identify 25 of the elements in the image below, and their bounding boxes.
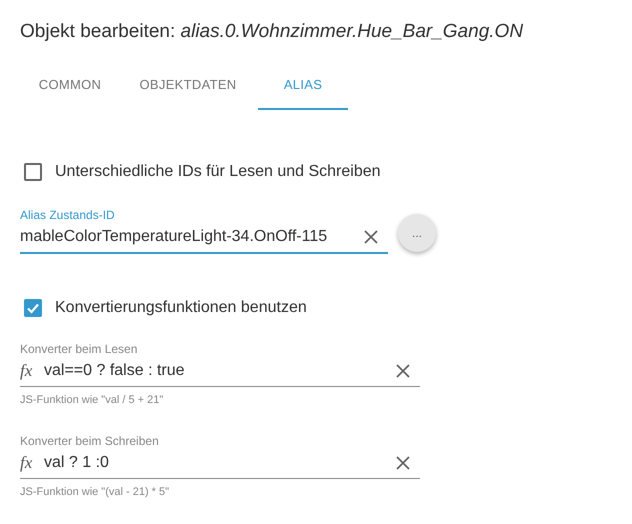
clear-icon[interactable] bbox=[396, 364, 410, 378]
converter-field[interactable]: fx val ? 1 :0 bbox=[20, 448, 420, 479]
field-label: Konverter beim Schreiben bbox=[20, 434, 160, 448]
function-prefix: fx bbox=[20, 453, 34, 473]
field-label: Alias Zustands-ID bbox=[20, 208, 116, 222]
field-value: val ? 1 :0 bbox=[44, 454, 110, 472]
more-button[interactable]: ... bbox=[398, 214, 436, 252]
checkbox-label: Unterschiedliche IDs für Lesen und Schreiben bbox=[55, 163, 381, 181]
converter-field[interactable]: fx val==0 ? false : true bbox=[20, 356, 420, 387]
field-value: mableColorTemperatureLight-34.OnOff-115 bbox=[20, 228, 328, 246]
checkbox[interactable] bbox=[24, 163, 42, 181]
checkbox-label: Konvertierungsfunktionen benutzen bbox=[55, 299, 307, 317]
tab[interactable]: OBJEKTDATEN bbox=[120, 61, 256, 110]
helper-text: JS-Funktion wie "(val - 21) * 5" bbox=[20, 486, 170, 498]
clear-icon[interactable] bbox=[396, 456, 410, 470]
clear-icon[interactable] bbox=[364, 230, 378, 244]
field-value: val==0 ? false : true bbox=[44, 362, 186, 380]
checkbox[interactable] bbox=[24, 299, 42, 317]
alias-id-field[interactable]: Alias Zustands-ID mableColorTemperatureLight-34.OnOff-115 bbox=[20, 208, 388, 254]
tab[interactable]: COMMON bbox=[20, 61, 120, 110]
helper-text: JS-Funktion wie "val / 5 + 21" bbox=[20, 394, 164, 406]
field-label: Konverter beim Lesen bbox=[20, 342, 138, 356]
function-prefix: fx bbox=[20, 361, 34, 381]
tab[interactable]: ALIAS bbox=[258, 61, 348, 110]
dialog-title: Objekt bearbeiten: alias.0.Wohnzimmer.Hue_Bar_Gang.ON bbox=[20, 20, 524, 44]
